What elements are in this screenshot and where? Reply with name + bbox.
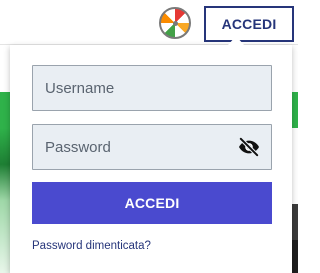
header-login-button[interactable]: ACCEDI	[204, 6, 294, 42]
background-banner-left	[0, 92, 10, 273]
eye-slash-icon[interactable]	[238, 136, 260, 158]
background-banner-right	[292, 92, 298, 128]
prize-wheel-icon[interactable]	[159, 7, 191, 39]
password-field[interactable]	[32, 124, 272, 170]
login-dropdown: ACCEDI Password dimenticata?	[10, 45, 292, 273]
page: ACCEDI ACCEDI Password dimenticata?	[0, 0, 298, 273]
username-input[interactable]	[33, 66, 271, 110]
username-field[interactable]	[32, 65, 272, 111]
forgot-password-link[interactable]: Password dimenticata?	[32, 240, 151, 252]
password-input[interactable]	[33, 125, 271, 169]
dropdown-caret	[228, 36, 244, 45]
login-submit-button[interactable]: ACCEDI	[32, 182, 272, 224]
background-tile-right-lower	[292, 240, 298, 273]
